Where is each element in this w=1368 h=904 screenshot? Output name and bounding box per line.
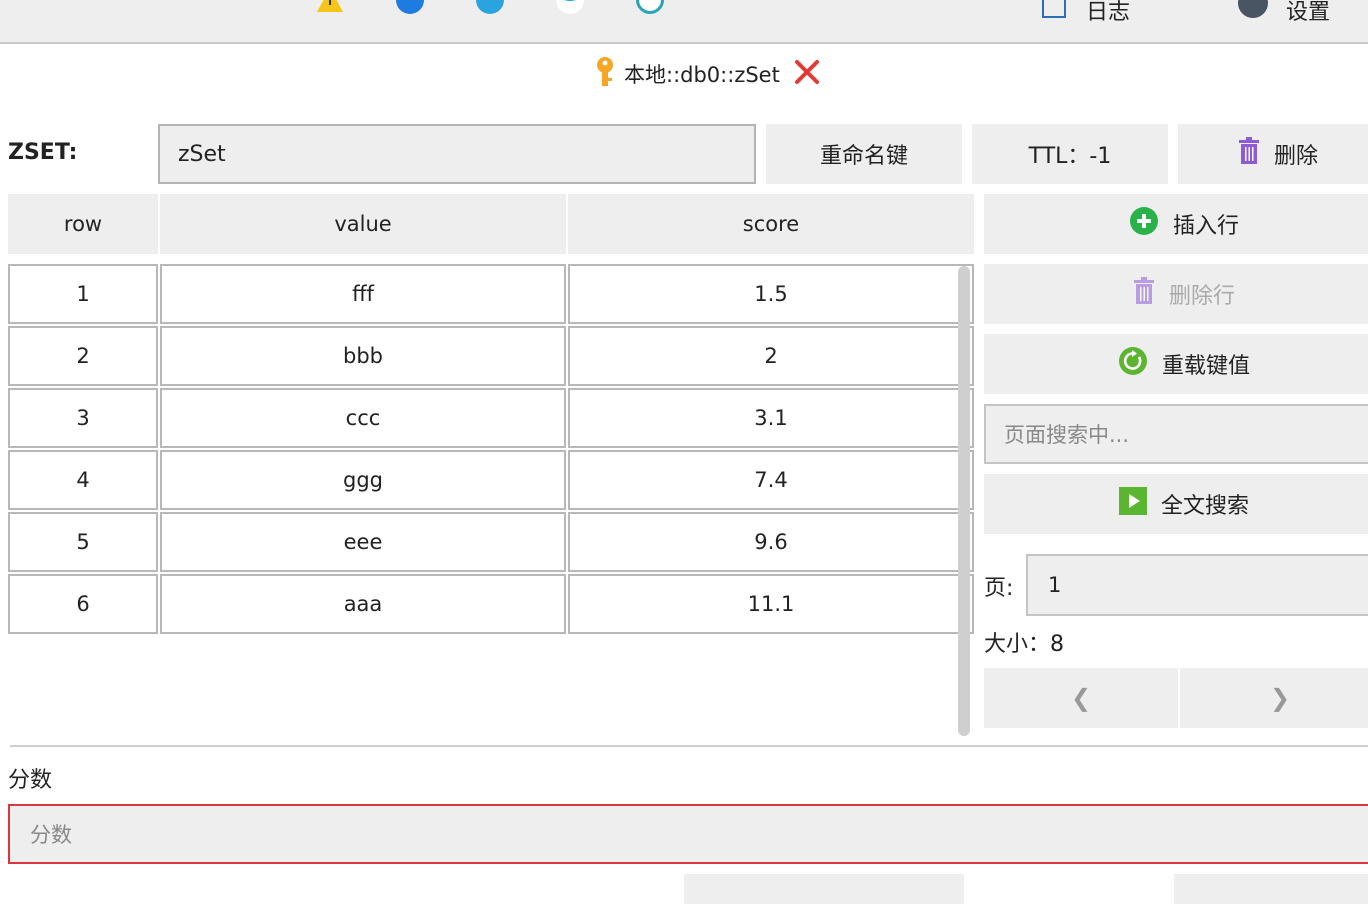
chevron-left-icon: ❮ (1070, 684, 1092, 712)
page-number-value: 1 (1048, 573, 1062, 597)
insert-row-button[interactable]: 插入行 (984, 194, 1368, 254)
delete-row-label: 删除行 (1168, 284, 1235, 309)
delete-key-button[interactable]: 删除 (1178, 124, 1368, 184)
column-header-value[interactable]: value (160, 194, 566, 254)
reload-key-label: 重载键值 (1161, 354, 1250, 379)
log-icon[interactable] (1042, 0, 1066, 18)
score-cell: 11.1 (568, 574, 974, 634)
gear-icon[interactable] (1238, 0, 1268, 18)
tab-title: 本地::db0::zSet (624, 63, 780, 87)
row-number-cell: 3 (8, 388, 158, 448)
top-toolbar: 日志 设置 (0, 0, 1368, 44)
column-header-row[interactable]: row (8, 194, 158, 254)
play-icon (1118, 487, 1147, 521)
score-cell: 3.1 (568, 388, 974, 448)
page-search-input[interactable]: 页面搜索中... (984, 404, 1368, 464)
reload-icon (1118, 346, 1148, 382)
telegram-icon[interactable] (476, 0, 504, 14)
rename-key-button[interactable]: 重命名键 (766, 124, 962, 184)
row-number-cell: 4 (8, 450, 158, 510)
score-placeholder: 分数 (30, 823, 72, 847)
ttl-button[interactable]: TTL：-1 (972, 124, 1168, 184)
value-cell: eee (160, 512, 566, 572)
help-icon[interactable] (396, 0, 424, 14)
score-input[interactable]: 分数 (8, 804, 1368, 864)
chevron-right-icon: ❯ (1269, 684, 1291, 712)
bottom-button-right[interactable] (1174, 874, 1368, 904)
delete-row-button[interactable]: 删除行 (984, 264, 1368, 324)
value-cell: fff (160, 264, 566, 324)
next-page-button[interactable]: ❯ (1180, 668, 1368, 728)
page-label: 页: (984, 576, 1014, 601)
key-name-value: zSet (178, 141, 226, 167)
score-field-label: 分数 (8, 768, 53, 793)
rename-key-label: 重命名键 (819, 144, 908, 169)
score-cell: 1.5 (568, 264, 974, 324)
page-search-placeholder: 页面搜索中... (1004, 423, 1130, 447)
fulltext-search-label: 全文搜索 (1160, 494, 1249, 519)
score-cell: 2 (568, 326, 974, 386)
bottom-button-left[interactable] (684, 874, 964, 904)
plus-circle-icon (1129, 206, 1159, 242)
log-label[interactable]: 日志 (1086, 0, 1130, 26)
prev-page-button[interactable]: ❮ (984, 668, 1178, 728)
value-cell: aaa (160, 574, 566, 634)
score-cell: 9.6 (568, 512, 974, 572)
key-type-label: ZSET: (8, 140, 78, 165)
page-number-input[interactable]: 1 (1026, 554, 1368, 616)
row-number-cell: 2 (8, 326, 158, 386)
fulltext-search-button[interactable]: 全文搜索 (984, 474, 1368, 534)
editor-divider (10, 745, 1368, 747)
trash-icon (1133, 277, 1155, 311)
key-name-input[interactable]: zSet (158, 124, 756, 184)
twitter-icon[interactable] (556, 0, 584, 14)
table-scrollbar[interactable] (958, 266, 970, 736)
column-header-score[interactable]: score (568, 194, 974, 254)
trash-icon (1238, 137, 1260, 171)
score-cell: 7.4 (568, 450, 974, 510)
github-icon[interactable] (636, 0, 664, 14)
row-number-cell: 1 (8, 264, 158, 324)
size-text: 大小：8 (984, 632, 1064, 657)
key-tab[interactable]: 本地::db0::zSet (592, 56, 820, 93)
value-cell: ggg (160, 450, 566, 510)
insert-row-label: 插入行 (1172, 214, 1239, 239)
value-cell: ccc (160, 388, 566, 448)
warning-icon[interactable] (316, 0, 344, 14)
row-number-cell: 5 (8, 512, 158, 572)
settings-label[interactable]: 设置 (1286, 0, 1330, 26)
key-icon (592, 56, 618, 93)
reload-key-button[interactable]: 重载键值 (984, 334, 1368, 394)
delete-key-label: 删除 (1273, 144, 1318, 169)
row-number-cell: 6 (8, 574, 158, 634)
close-icon[interactable] (794, 59, 820, 90)
ttl-label: TTL：-1 (1028, 144, 1112, 169)
value-cell: bbb (160, 326, 566, 386)
